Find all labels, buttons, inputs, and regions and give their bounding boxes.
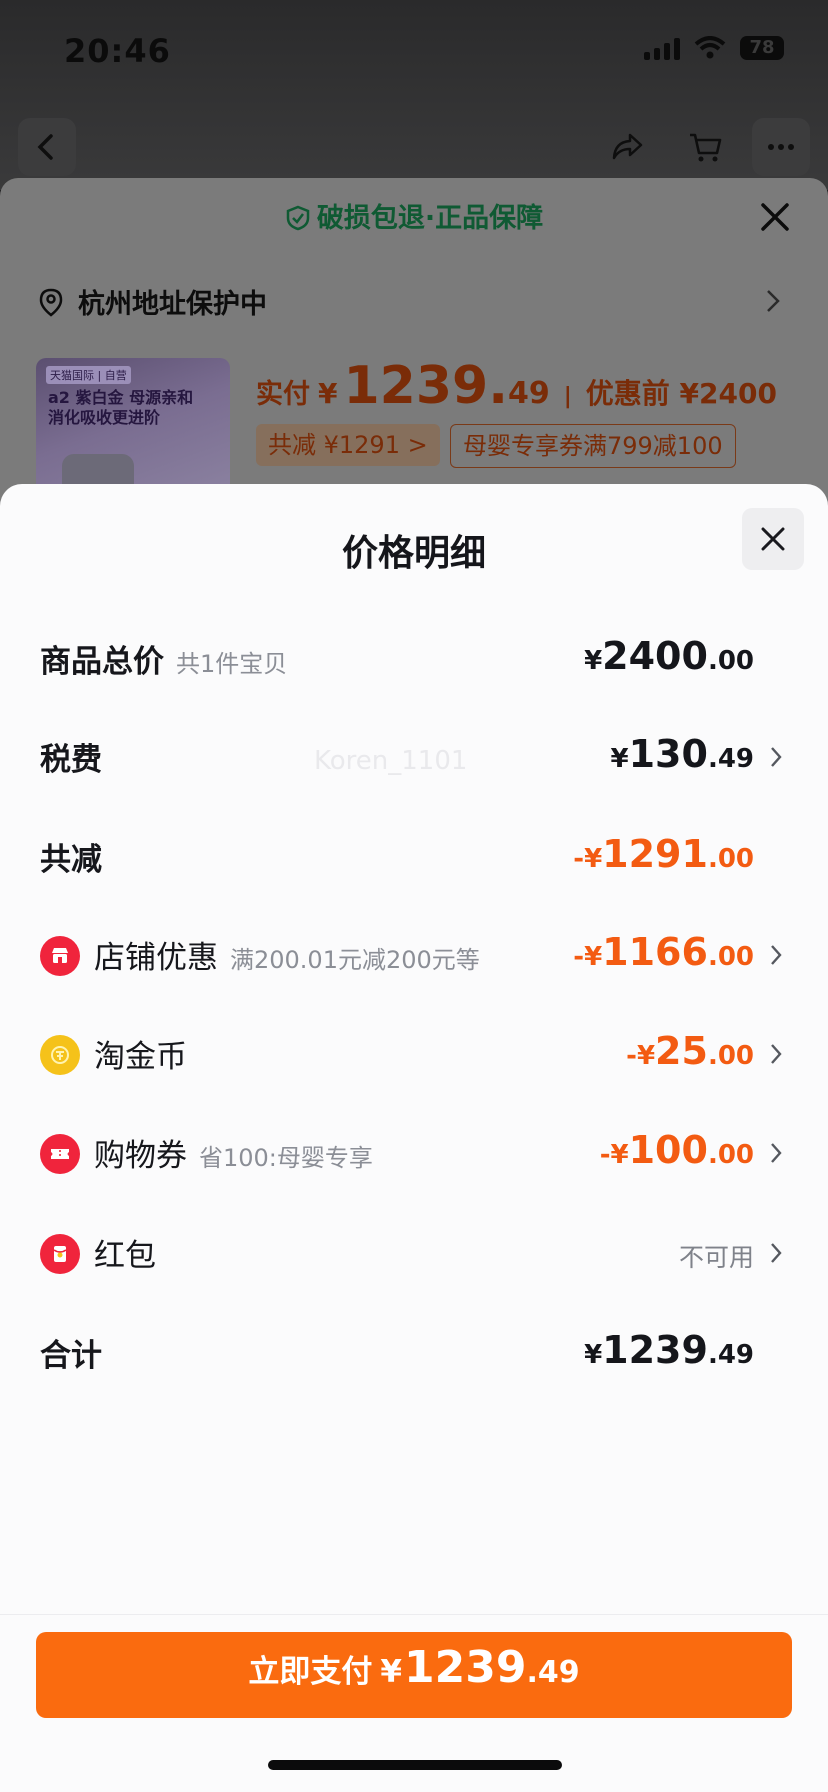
paid-yen: ¥ bbox=[318, 377, 338, 410]
wifi-icon bbox=[694, 36, 726, 59]
product-brand-tag: 天猫国际 | 自营 bbox=[46, 366, 131, 384]
paid-integer: 1239. bbox=[343, 356, 508, 416]
row-amount: -¥25.00 bbox=[626, 1029, 754, 1073]
pay-label: 立即支付 bbox=[248, 1654, 373, 1690]
row-label: 税费 bbox=[40, 742, 102, 778]
more-icon bbox=[768, 144, 794, 150]
row-status: 不可用 bbox=[678, 1243, 754, 1272]
row-amount: -¥1166.00 bbox=[573, 930, 754, 974]
price-before-discount: 优惠前 ¥2400 bbox=[585, 377, 777, 410]
row-amount: -¥100.00 bbox=[599, 1128, 754, 1172]
status-time: 20:46 bbox=[64, 32, 171, 70]
row-tax[interactable]: 税费 ¥130.49 bbox=[0, 724, 828, 784]
more-button[interactable] bbox=[752, 118, 810, 176]
price-separator: | bbox=[563, 384, 572, 409]
close-icon bbox=[761, 527, 785, 551]
sheet-close-icon[interactable] bbox=[758, 200, 792, 234]
ticket-icon bbox=[40, 1134, 80, 1174]
location-pin-icon bbox=[39, 288, 63, 317]
guarantee-banner: 破损包退·正品保障 bbox=[0, 196, 828, 235]
home-indicator bbox=[268, 1760, 562, 1770]
row-label: 购物券 省100:母婴专享 bbox=[94, 1138, 373, 1174]
row-label: 红包 bbox=[94, 1238, 156, 1274]
row-label: 店铺优惠 满200.01元减200元等 bbox=[94, 940, 480, 976]
chevron-right-icon bbox=[771, 1243, 782, 1263]
row-total-discount: 共减 -¥1291.00 bbox=[0, 824, 828, 884]
status-bar: 20:46 78 bbox=[0, 0, 828, 100]
row-shopping-coupon[interactable]: 购物券 省100:母婴专享 -¥100.00 bbox=[0, 1120, 828, 1180]
row-sub: 省100:母婴专享 bbox=[199, 1144, 373, 1172]
price-detail-modal: 价格明细 Koren_1101 商品总价 共1件宝贝 ¥2400.00 税费 ¥1… bbox=[0, 484, 828, 1792]
footer-divider bbox=[0, 1614, 828, 1615]
pay-decimal: .49 bbox=[526, 1655, 580, 1690]
paid-label: 实付 bbox=[256, 379, 310, 410]
row-sub: 满200.01元减200元等 bbox=[230, 946, 480, 974]
chevron-right-icon bbox=[771, 945, 782, 965]
row-red-envelope[interactable]: 红包 不可用 bbox=[0, 1220, 828, 1280]
modal-title: 价格明细 bbox=[341, 533, 486, 574]
row-label: 共减 bbox=[40, 842, 102, 878]
row-amount: ¥2400.00 bbox=[584, 634, 754, 678]
row-label: 商品总价 共1件宝贝 bbox=[40, 644, 288, 680]
cart-button[interactable] bbox=[676, 118, 734, 176]
red-envelope-icon bbox=[40, 1234, 80, 1274]
chevron-left-icon bbox=[37, 134, 53, 160]
chevron-right-icon bbox=[771, 747, 782, 767]
row-taojinbi[interactable]: 淘金币 -¥25.00 bbox=[0, 1021, 828, 1081]
shop-icon bbox=[40, 936, 80, 976]
row-sub: 共1件宝贝 bbox=[176, 650, 288, 678]
back-button[interactable] bbox=[18, 118, 76, 176]
signal-icon bbox=[644, 36, 680, 60]
address-text: 杭州地址保护中 bbox=[78, 289, 267, 320]
pay-yen: ¥ bbox=[380, 1654, 402, 1690]
coupon-chip[interactable]: 母婴专享券满799减100 bbox=[450, 424, 736, 468]
product-thumb-title: a2 紫白金 母源亲和 消化吸收更进阶 bbox=[48, 388, 194, 427]
pay-integer: 1239 bbox=[403, 1642, 527, 1693]
share-icon bbox=[612, 133, 643, 160]
pay-now-button[interactable]: 立即支付 ¥ 1239 .49 bbox=[36, 1632, 792, 1718]
chevron-right-icon bbox=[767, 290, 780, 312]
row-amount: -¥1291.00 bbox=[573, 832, 754, 876]
row-label: 淘金币 bbox=[94, 1039, 187, 1075]
address-row[interactable]: 杭州地址保护中 bbox=[36, 282, 267, 321]
cart-icon bbox=[690, 133, 722, 162]
row-grand-total: 合计 ¥1239.49 bbox=[0, 1320, 828, 1380]
shield-check-icon bbox=[286, 205, 310, 231]
discount-chip[interactable]: 共减 ¥1291 > bbox=[256, 424, 440, 466]
coin-icon bbox=[40, 1035, 80, 1075]
battery-icon: 78 bbox=[740, 36, 784, 60]
paid-decimal: 49 bbox=[507, 376, 550, 411]
row-amount: ¥130.49 bbox=[610, 732, 754, 776]
background-price-line: 实付 ¥ 1239. 49 | 优惠前 ¥2400 bbox=[256, 356, 777, 416]
guarantee-text: 破损包退·正品保障 bbox=[316, 203, 544, 234]
status-indicators: 78 bbox=[644, 36, 784, 60]
row-label: 合计 bbox=[40, 1338, 102, 1374]
row-item-total: 商品总价 共1件宝贝 ¥2400.00 bbox=[0, 626, 828, 686]
chevron-right-icon bbox=[771, 1143, 782, 1163]
share-button[interactable] bbox=[598, 118, 656, 176]
row-shop-discount[interactable]: 店铺优惠 满200.01元减200元等 -¥1166.00 bbox=[0, 922, 828, 982]
chevron-right-icon bbox=[771, 1044, 782, 1064]
modal-close-button[interactable] bbox=[742, 508, 804, 570]
row-amount: ¥1239.49 bbox=[584, 1328, 754, 1372]
